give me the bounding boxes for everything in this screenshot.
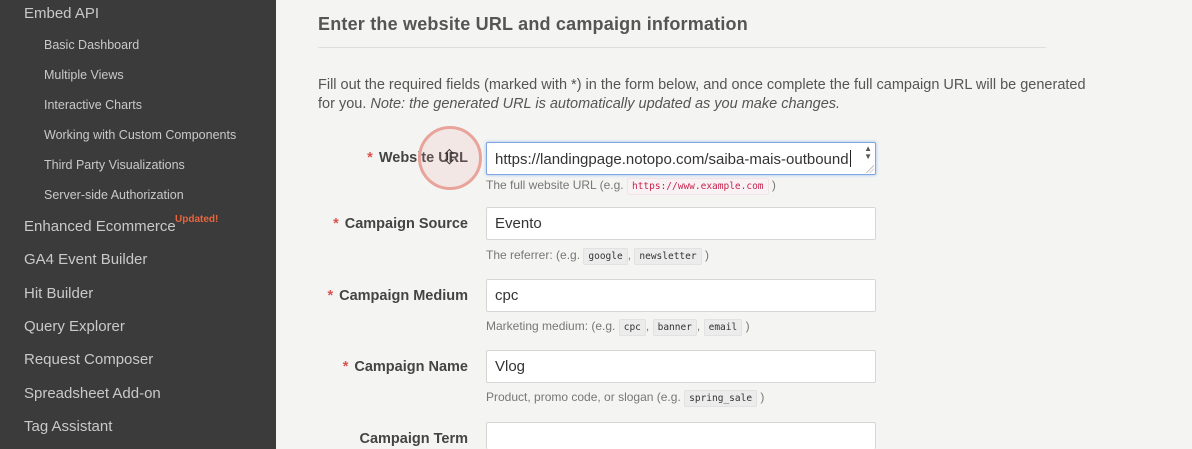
- help-example-code: google: [583, 248, 628, 265]
- sidebar-item-ga4-event-builder[interactable]: GA4 Event Builder: [24, 251, 147, 268]
- help-example-code: email: [703, 319, 743, 336]
- sidebar-item-multiple-views[interactable]: Multiple Views: [44, 68, 124, 82]
- campaign-source-label: * Campaign Source: [276, 216, 468, 232]
- sidebar-item-spreadsheet-add-on[interactable]: Spreadsheet Add-on: [24, 385, 161, 402]
- sidebar-item-enhanced-ecommerce[interactable]: Enhanced Ecommerce: [24, 218, 176, 235]
- campaign-name-label: * Campaign Name: [276, 359, 468, 375]
- campaign-term-label: Campaign Term: [276, 431, 468, 447]
- campaign-medium-help: Marketing medium: (e.g. cpc, banner, ema…: [486, 319, 750, 336]
- campaign-source-help: The referrer: (e.g. google, newsletter ): [486, 248, 709, 265]
- help-separator: ,: [696, 319, 701, 333]
- campaign-medium-input[interactable]: cpc: [486, 279, 876, 312]
- help-example-code: spring_sale: [684, 390, 758, 407]
- sidebar-item-tag-assistant[interactable]: Tag Assistant: [24, 418, 112, 435]
- sidebar-item-interactive-charts[interactable]: Interactive Charts: [44, 98, 142, 112]
- campaign-source-label-text: Campaign Source: [344, 216, 468, 232]
- campaign-name-value: Vlog: [495, 358, 526, 375]
- sidebar-item-server-side-authorization[interactable]: Server-side Authorization: [44, 188, 184, 202]
- help-suffix: ): [745, 319, 750, 333]
- campaign-term-label-text: Campaign Term: [359, 431, 468, 447]
- website-url-input[interactable]: https://landingpage.notopo.com/saiba-mai…: [486, 142, 876, 175]
- help-prefix: Marketing medium: (e.g.: [486, 319, 616, 333]
- help-example-code: banner: [652, 319, 697, 336]
- sidebar-item-request-composer[interactable]: Request Composer: [24, 351, 153, 368]
- campaign-source-input[interactable]: Evento: [486, 207, 876, 240]
- section-title: Enter the website URL and campaign infor…: [318, 14, 748, 34]
- campaign-source-value: Evento: [495, 215, 542, 232]
- help-prefix: The referrer: (e.g.: [486, 248, 581, 262]
- divider: [318, 47, 1046, 48]
- spinner-icon[interactable]: ▲ ▼: [864, 145, 872, 161]
- campaign-medium-value: cpc: [495, 287, 519, 304]
- campaign-name-label-text: Campaign Name: [354, 359, 468, 375]
- campaign-medium-label: * Campaign Medium: [276, 288, 468, 304]
- sidebar: Embed API Basic Dashboard Multiple Views…: [0, 0, 276, 449]
- help-example-code: newsletter: [634, 248, 702, 265]
- help-suffix: ): [771, 178, 776, 192]
- intro-note: Note: the generated URL is automatically…: [370, 96, 841, 112]
- required-marker: *: [367, 150, 373, 166]
- website-url-help: The full website URL (e.g. https://www.e…: [486, 178, 776, 195]
- website-url-value: https://landingpage.notopo.com/saiba-mai…: [495, 151, 849, 168]
- sidebar-item-query-explorer[interactable]: Query Explorer: [24, 318, 125, 335]
- resize-cursor-icon: ⇳: [441, 147, 458, 169]
- required-marker: *: [342, 359, 349, 375]
- intro-text: Fill out the required fields (marked wit…: [318, 76, 1088, 114]
- campaign-name-input[interactable]: Vlog: [486, 350, 876, 383]
- updated-badge: Updated!: [175, 214, 219, 225]
- resize-handle-icon[interactable]: [866, 165, 874, 173]
- sidebar-item-third-party-visualizations[interactable]: Third Party Visualizations: [44, 158, 185, 172]
- help-suffix: ): [760, 390, 765, 404]
- text-caret: [849, 150, 851, 167]
- campaign-name-help: Product, promo code, or slogan (e.g. spr…: [486, 390, 765, 407]
- sidebar-item-basic-dashboard[interactable]: Basic Dashboard: [44, 38, 139, 52]
- sidebar-item-embed-api[interactable]: Embed API: [24, 5, 99, 22]
- help-example-code: https://www.example.com: [626, 178, 769, 195]
- help-prefix: Product, promo code, or slogan (e.g.: [486, 390, 681, 404]
- help-prefix: The full website URL (e.g.: [486, 178, 624, 192]
- sidebar-item-custom-components[interactable]: Working with Custom Components: [44, 128, 236, 142]
- required-marker: *: [327, 288, 334, 304]
- campaign-medium-label-text: Campaign Medium: [339, 288, 468, 304]
- help-separator: ,: [645, 319, 650, 333]
- campaign-term-input[interactable]: [486, 422, 876, 449]
- sidebar-item-hit-builder[interactable]: Hit Builder: [24, 285, 93, 302]
- required-marker: *: [333, 216, 339, 232]
- main-content: Enter the website URL and campaign infor…: [276, 0, 1192, 449]
- help-example-code: cpc: [618, 319, 646, 336]
- help-suffix: ): [704, 248, 709, 262]
- help-separator: ,: [627, 248, 632, 262]
